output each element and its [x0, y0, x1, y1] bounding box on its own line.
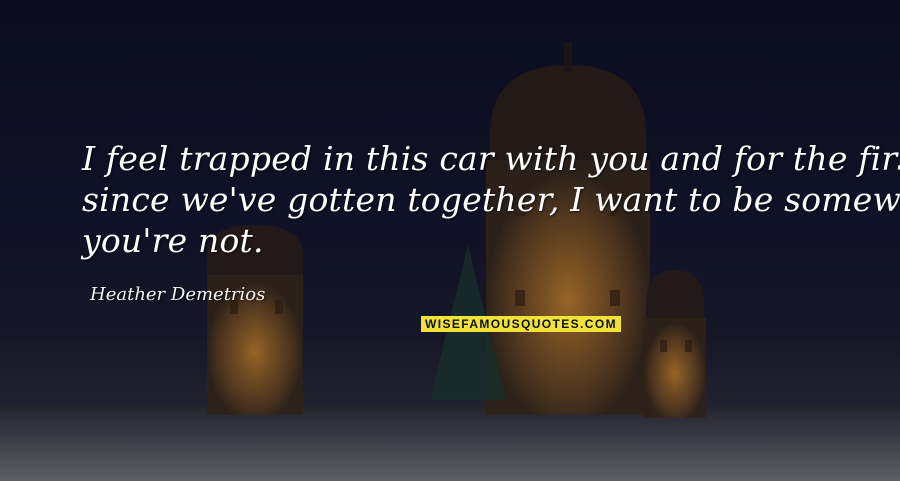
brand-watermark: WISEFAMOUSQUOTES.COM [421, 316, 621, 332]
quote-author: Heather Demetrios [90, 284, 266, 305]
quote-line-1: I feel trapped in this car with you and … [82, 139, 900, 178]
quote-line-2: since we've gotten together, I want to b… [82, 180, 900, 219]
quote-line-3: you're not. [82, 221, 264, 260]
quote-image: I feel trapped in this car with you and … [0, 0, 900, 481]
quote-text: I feel trapped in this car with you and … [82, 138, 900, 261]
